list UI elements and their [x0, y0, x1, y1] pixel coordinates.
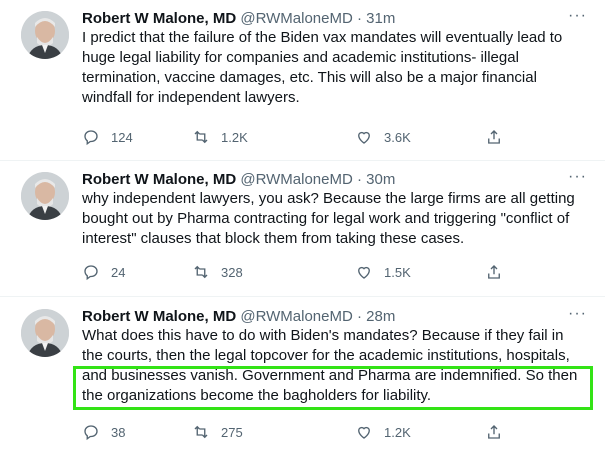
author-handle[interactable]: @RWMaloneMD	[240, 10, 352, 27]
avatar[interactable]	[21, 172, 69, 220]
share-button[interactable]	[485, 423, 503, 441]
tweet-text-line: termination, vaccine damages, etc. This …	[82, 69, 537, 86]
tweet-text-line: why independent lawyers, you ask? Becaus…	[82, 190, 575, 207]
tweet-text-line: the courts, then the legal topcover for …	[82, 347, 570, 364]
reply-count: 38	[111, 424, 126, 440]
divider	[0, 296, 605, 297]
tweet-text-line: huge legal liability for companies and a…	[82, 49, 519, 66]
separator: ·	[357, 10, 362, 27]
reply-icon	[84, 265, 98, 281]
author-name[interactable]: Robert W Malone, MD	[82, 10, 236, 27]
tweet-text-line: interest" clauses that block them from t…	[82, 230, 465, 247]
share-icon	[488, 265, 500, 279]
tweet-header: Robert W Malone, MD @RWMaloneMD · 30m	[82, 170, 585, 190]
tweet-text: why independent lawyers, you ask? Becaus…	[82, 189, 590, 249]
like-button[interactable]: 3.6K	[355, 128, 411, 146]
retweet-button[interactable]: 275	[192, 423, 243, 441]
more-options-icon[interactable]: ···	[568, 8, 587, 24]
separator: ·	[357, 171, 362, 188]
share-button[interactable]	[485, 128, 503, 146]
author-handle[interactable]: @RWMaloneMD	[240, 308, 352, 325]
timestamp[interactable]: 28m	[366, 308, 395, 325]
reply-button[interactable]: 38	[82, 423, 125, 441]
retweet-icon	[194, 130, 208, 144]
like-count: 1.2K	[384, 424, 411, 440]
timestamp[interactable]: 30m	[366, 171, 395, 188]
tweet-actions: 38 275 1.2K	[82, 423, 522, 445]
reply-count: 124	[111, 129, 133, 145]
heart-icon	[358, 131, 370, 144]
tweet[interactable]: Robert W Malone, MD @RWMaloneMD · 30m ··…	[0, 161, 605, 296]
timestamp[interactable]: 31m	[366, 10, 395, 27]
tweet-text: I predict that the failure of the Biden …	[82, 28, 590, 108]
like-button[interactable]: 1.2K	[355, 423, 411, 441]
share-icon	[488, 130, 500, 144]
more-options-icon[interactable]: ···	[568, 169, 587, 185]
tweet-text-line: What does this have to do with Biden's m…	[82, 327, 564, 344]
tweet[interactable]: Robert W Malone, MD @RWMaloneMD · 31m ··…	[0, 0, 605, 160]
tweet-actions: 24 328 1.5K	[82, 263, 522, 285]
heart-icon	[358, 266, 370, 279]
share-button[interactable]	[485, 263, 503, 281]
like-count: 3.6K	[384, 129, 411, 145]
retweet-count: 328	[221, 264, 243, 280]
tweet-text-line: windfall for independent lawyers.	[82, 89, 300, 106]
tweet-actions: 124 1.2K 3.6K	[82, 128, 522, 150]
avatar[interactable]	[21, 309, 69, 357]
reply-button[interactable]: 124	[82, 128, 133, 146]
like-button[interactable]: 1.5K	[355, 263, 411, 281]
retweet-button[interactable]: 1.2K	[192, 128, 248, 146]
reply-icon	[84, 425, 98, 441]
highlight-box	[73, 366, 593, 410]
tweet-text-line: bought out by Pharma contracting for leg…	[82, 210, 570, 227]
heart-icon	[358, 426, 370, 439]
author-name[interactable]: Robert W Malone, MD	[82, 171, 236, 188]
retweet-count: 275	[221, 424, 243, 440]
reply-count: 24	[111, 264, 126, 280]
more-options-icon[interactable]: ···	[568, 306, 587, 322]
retweet-count: 1.2K	[221, 129, 248, 145]
share-icon	[488, 425, 500, 439]
retweet-icon	[194, 425, 208, 439]
author-handle[interactable]: @RWMaloneMD	[240, 171, 352, 188]
retweet-icon	[194, 265, 208, 279]
retweet-button[interactable]: 328	[192, 263, 243, 281]
author-name[interactable]: Robert W Malone, MD	[82, 308, 236, 325]
separator: ·	[357, 308, 362, 325]
tweet-header: Robert W Malone, MD @RWMaloneMD · 31m	[82, 9, 585, 29]
reply-button[interactable]: 24	[82, 263, 125, 281]
avatar[interactable]	[21, 11, 69, 59]
reply-icon	[84, 130, 98, 146]
like-count: 1.5K	[384, 264, 411, 280]
tweet-text-line: I predict that the failure of the Biden …	[82, 29, 563, 46]
tweet-header: Robert W Malone, MD @RWMaloneMD · 28m	[82, 307, 585, 327]
